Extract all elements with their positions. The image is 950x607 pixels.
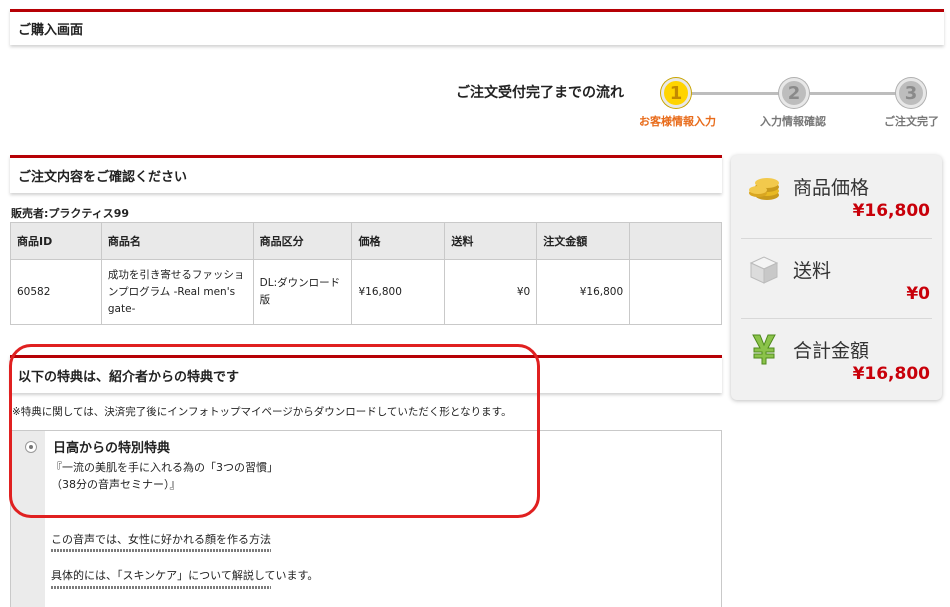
summary-value: ¥16,800 (852, 364, 930, 384)
price-cell: ¥16,800 (351, 259, 446, 325)
step-2-circle: 2 (779, 78, 809, 108)
wavy-divider (51, 549, 271, 552)
column-header: 注文金額 (536, 222, 631, 260)
summary-value: ¥0 (906, 284, 930, 304)
wavy-divider (51, 586, 271, 589)
coins-icon (749, 178, 779, 200)
summary-item-product-price: 商品価格 ¥16,800 (731, 155, 942, 235)
product-name-cell: 成功を引き寄せるファッションプログラム -Real men's gate- (100, 259, 254, 325)
step-3-label: ご注文完了 (884, 115, 939, 128)
step-3-circle: 3 (896, 78, 926, 108)
confirm-title: ご注文内容をご確認ください (18, 170, 188, 185)
box-icon (749, 256, 779, 284)
column-header: 商品名 (100, 222, 254, 260)
step-1-label: お客様情報入力 (639, 115, 716, 128)
summary-label: 合計金額 (793, 340, 870, 362)
bonus-description: この音声では、女性に好かれる顔を作る方法 (51, 533, 271, 546)
table-row: 60582 成功を引き寄せるファッションプログラム -Real men's ga… (10, 259, 722, 325)
column-header: 商品ID (10, 222, 102, 260)
table-header-row: 商品ID 商品名 商品区分 価格 送料 注文金額 (10, 222, 722, 260)
yen-icon (752, 334, 776, 365)
column-header: 送料 (444, 222, 538, 260)
column-header: 価格 (351, 222, 446, 260)
total-cell: ¥16,800 (536, 259, 631, 325)
column-header: 商品区分 (252, 222, 353, 260)
summary-label: 送料 (793, 260, 832, 282)
page-title-bar: ご購入画面 (10, 9, 944, 45)
step-2-label: 入力情報確認 (760, 115, 826, 128)
shipping-cell: ¥0 (444, 259, 538, 325)
summary-value: ¥16,800 (852, 201, 930, 221)
product-id-cell: 60582 (10, 259, 102, 325)
summary-item-shipping: 送料 ¥0 (731, 238, 942, 318)
column-header (629, 222, 722, 260)
highlight-annotation (9, 344, 540, 518)
summary-label: 商品価格 (793, 177, 870, 199)
seller-label: 販売者:プラクティス99 (11, 207, 130, 220)
empty-cell (629, 259, 722, 325)
order-table: 商品ID 商品名 商品区分 価格 送料 注文金額 60582 成功を引き寄せるフ… (10, 222, 722, 325)
step-connector (690, 92, 790, 95)
page-title: ご購入画面 (18, 23, 84, 38)
flow-label: ご注文受付完了までの流れ (456, 85, 624, 101)
step-connector (810, 92, 900, 95)
step-1-circle: 1 (661, 78, 691, 108)
product-category-cell: DL:ダウンロード版 (252, 259, 353, 325)
summary-item-total: 合計金額 ¥16,800 (731, 318, 942, 398)
bonus-description: 具体的には、「スキンケア」について解説しています。 (51, 569, 319, 582)
confirm-section-header: ご注文内容をご確認ください (10, 155, 722, 193)
price-summary-panel: 商品価格 ¥16,800 送料 ¥0 合計金額 ¥16,800 (731, 155, 942, 400)
